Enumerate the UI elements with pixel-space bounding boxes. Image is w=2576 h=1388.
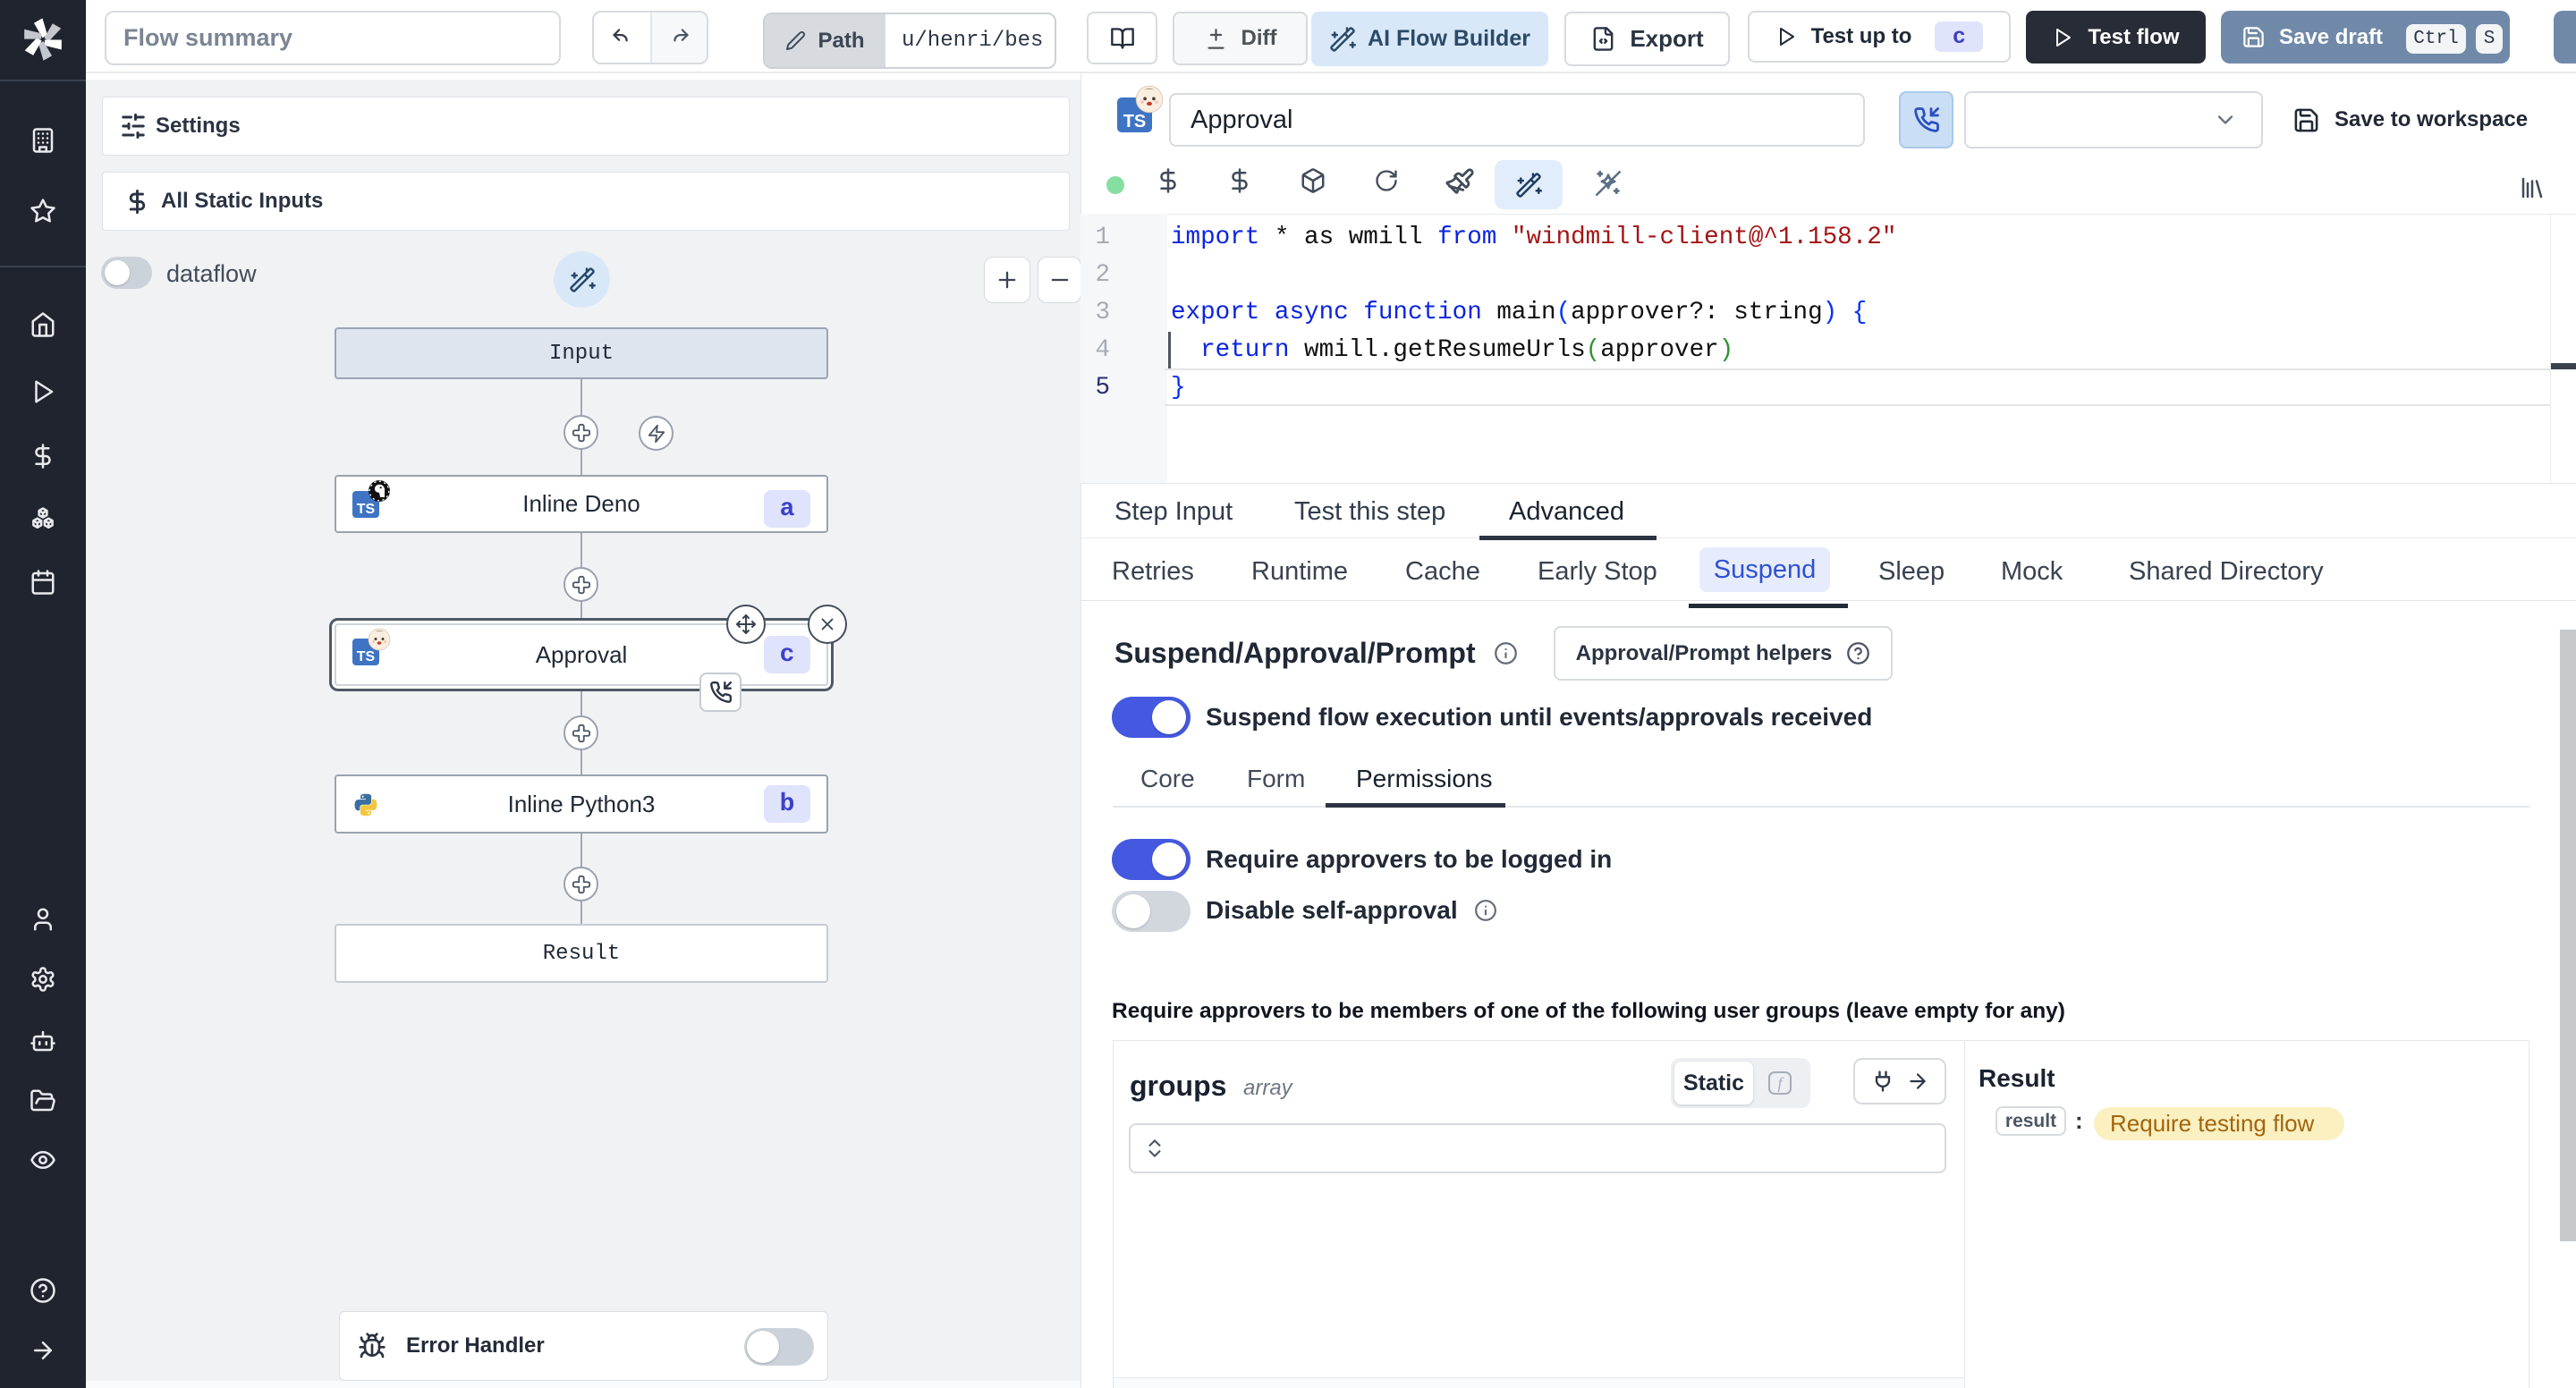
svg-text:f: f	[1777, 1074, 1784, 1092]
